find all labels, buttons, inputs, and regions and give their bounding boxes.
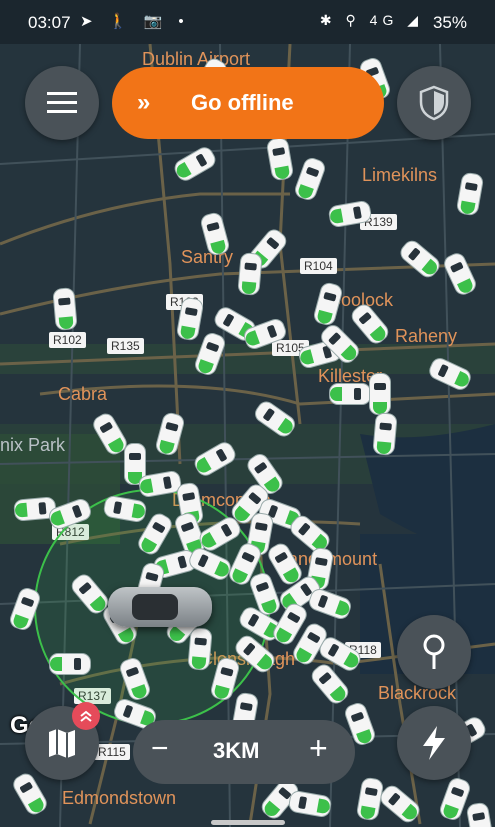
nearby-car-icon — [373, 413, 397, 455]
boost-button[interactable] — [397, 706, 471, 780]
status-left-icons: ➤ 🚶 📷 • — [80, 13, 190, 30]
road-tag: R115 — [94, 744, 130, 760]
map-label: nix Park — [0, 435, 66, 455]
status-time: 03:07 — [28, 13, 71, 32]
lightning-icon — [423, 726, 445, 760]
shield-icon — [419, 85, 449, 121]
nearby-car-icon — [53, 288, 77, 330]
nearby-car-icon — [50, 654, 90, 674]
nearby-car-icon — [188, 628, 212, 670]
zoom-control: − 3KM + — [133, 720, 355, 784]
destination-pin-button[interactable] — [397, 615, 471, 689]
my-car-icon — [108, 587, 212, 627]
road-tag: R104 — [300, 258, 337, 274]
map-label: Edmondstown — [62, 788, 177, 808]
status-bar: 03:07 ➤ 🚶 📷 • ✱ ⚲ 4G ◢ 35% — [0, 0, 495, 44]
road-tag: R102 — [49, 332, 86, 348]
double-chevron-icon: » — [137, 89, 151, 116]
zoom-in-button[interactable]: + — [309, 730, 328, 767]
nearby-car-icon — [370, 374, 390, 414]
go-offline-button[interactable]: » Go offline — [112, 67, 384, 139]
zoom-radius-value: 3KM — [213, 738, 260, 763]
pin-icon — [423, 634, 445, 669]
road-tag: R135 — [107, 338, 144, 354]
map-label: Raheny — [395, 326, 458, 346]
map-label: Cabra — [58, 384, 108, 404]
home-indicator[interactable] — [211, 820, 285, 825]
hamburger-icon — [47, 92, 77, 113]
chevrons-up-icon — [80, 710, 92, 722]
safety-button[interactable] — [397, 66, 471, 140]
battery-level: 35% — [432, 13, 467, 32]
notification-badge — [72, 702, 100, 730]
zoom-out-button[interactable]: − — [151, 732, 169, 766]
status-right-icons: ✱ ⚲ 4G ◢ — [319, 12, 423, 28]
nearby-car-icon — [330, 384, 370, 404]
map-icon — [49, 729, 75, 758]
menu-button[interactable] — [25, 66, 99, 140]
go-offline-label: Go offline — [191, 90, 294, 115]
map-label: Limekilns — [362, 165, 438, 185]
nearby-car-icon — [238, 253, 262, 295]
